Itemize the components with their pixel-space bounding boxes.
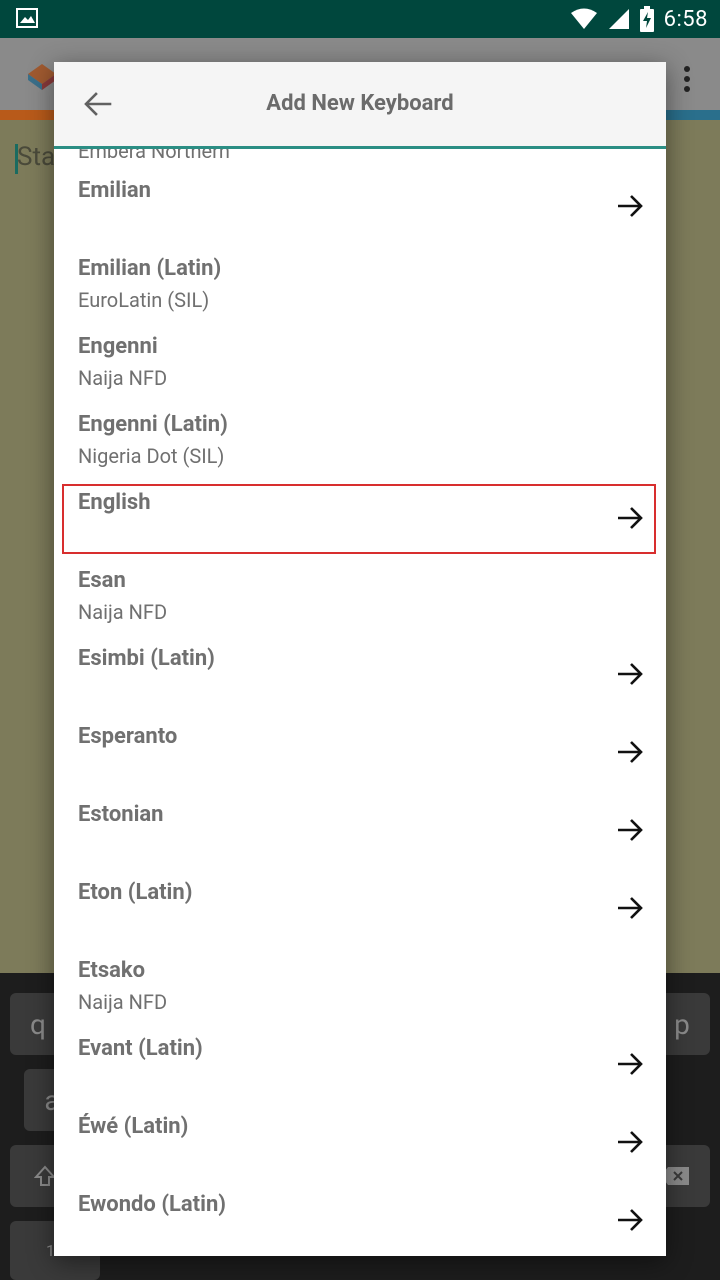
list-item-title: Esperanto <box>78 724 178 749</box>
signal-icon <box>608 9 629 29</box>
list-item-title: Estonian <box>78 802 164 827</box>
list-item-title: Eton (Latin) <box>78 880 193 905</box>
list-item-eton-latin[interactable]: Eton (Latin) <box>54 872 666 950</box>
list-item-subtitle: Naija NFD <box>78 366 168 390</box>
list-item-esan[interactable]: Esan Naija NFD <box>54 560 666 638</box>
arrow-forward-icon[interactable] <box>616 816 644 844</box>
list-item-ewe-latin[interactable]: Éwé (Latin) <box>54 1106 666 1184</box>
list-item-title: Engenni <box>78 334 158 359</box>
background-input-text: Sta <box>17 142 56 172</box>
arrow-forward-icon[interactable] <box>616 1050 644 1078</box>
list-item-subtitle: Embera Northern <box>78 149 230 163</box>
battery-charging-icon <box>639 6 654 32</box>
list-item-title: Engenni (Latin) <box>78 412 228 437</box>
list-item-etsako[interactable]: Etsako Naija NFD <box>54 950 666 1028</box>
list-item-title: Emilian (Latin) <box>78 256 222 281</box>
arrow-forward-icon[interactable] <box>616 504 644 532</box>
arrow-forward-icon[interactable] <box>616 192 644 220</box>
list-item-title: Esimbi (Latin) <box>78 646 215 671</box>
status-bar: 6:58 <box>0 0 720 38</box>
list-item-title: English <box>78 490 151 515</box>
arrow-forward-icon[interactable] <box>616 1206 644 1234</box>
image-icon <box>16 8 38 28</box>
list-item-estonian[interactable]: Estonian <box>54 794 666 872</box>
list-item-engenni-latin[interactable]: Engenni (Latin) Nigeria Dot (SIL) <box>54 404 666 482</box>
list-item-english[interactable]: English <box>54 482 666 560</box>
arrow-forward-icon[interactable] <box>616 1128 644 1156</box>
list-item-subtitle: Nigeria Dot (SIL) <box>78 444 225 468</box>
list-item-title: Esan <box>78 568 126 593</box>
list-item-esimbi-latin[interactable]: Esimbi (Latin) <box>54 638 666 716</box>
arrow-forward-icon[interactable] <box>616 738 644 766</box>
list-item-esperanto[interactable]: Esperanto <box>54 716 666 794</box>
list-item-emilian[interactable]: Emilian <box>54 170 666 248</box>
overflow-menu-icon <box>684 66 692 96</box>
arrow-forward-icon[interactable] <box>616 660 644 688</box>
list-item-title: Ewondo (Latin) <box>78 1192 227 1217</box>
list-item-subtitle: Naija NFD <box>78 990 168 1014</box>
language-list[interactable]: Embera Northern Emilian Emilian (Latin) … <box>54 149 666 1256</box>
dialog-title: Add New Keyboard <box>266 91 454 116</box>
list-item-emilian-latin[interactable]: Emilian (Latin) EuroLatin (SIL) <box>54 248 666 326</box>
list-item-ewondo-latin[interactable]: Ewondo (Latin) <box>54 1184 666 1256</box>
clock: 6:58 <box>663 6 708 32</box>
dialog-header: Add New Keyboard <box>54 62 666 149</box>
list-item-title: Etsako <box>78 958 146 983</box>
list-item-title: Evant (Latin) <box>78 1036 203 1061</box>
list-item-subtitle: Naija NFD <box>78 600 168 624</box>
list-item-title: Emilian <box>78 178 152 203</box>
add-keyboard-dialog: Add New Keyboard Embera Northern Emilian… <box>54 62 666 1256</box>
arrow-forward-icon[interactable] <box>616 894 644 922</box>
list-item-evant-latin[interactable]: Evant (Latin) <box>54 1028 666 1106</box>
wifi-icon <box>570 8 597 29</box>
list-item-subtitle: EuroLatin (SIL) <box>78 288 210 312</box>
list-item-title: Éwé (Latin) <box>78 1114 189 1139</box>
list-item-engenni[interactable]: Engenni Naija NFD <box>54 326 666 404</box>
shift-icon <box>34 1165 56 1186</box>
